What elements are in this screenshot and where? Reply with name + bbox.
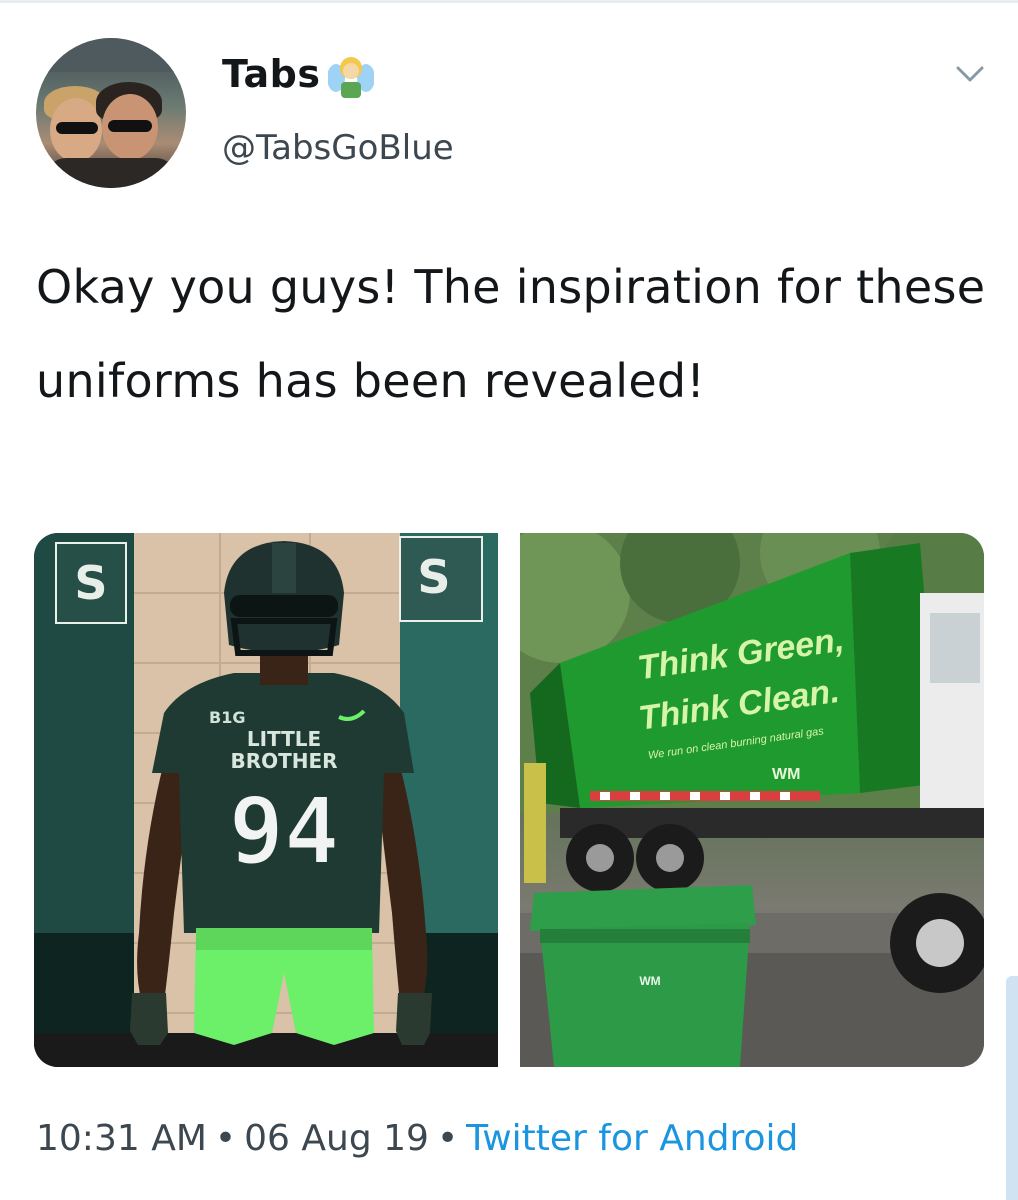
banner-letter-left: S — [74, 556, 107, 610]
scrollbar[interactable] — [1006, 976, 1018, 1200]
meta-separator: • — [436, 1118, 459, 1159]
garbage-truck-illustration: Think Green, Think Clean. We run on clea… — [520, 533, 984, 1067]
bin-logo: WM — [639, 974, 660, 988]
tweet-meta: 10:31 AM • 06 Aug 19 • Twitter for Android — [36, 1118, 798, 1159]
tweet-time[interactable]: 10:31 AM — [36, 1118, 207, 1159]
meta-separator: • — [214, 1118, 237, 1159]
banner-letter-right: S — [417, 550, 450, 604]
jersey-number: 94 — [229, 778, 340, 885]
tweet-media[interactable]: S S B1G LITTLE BROTHER 94 Think Green, T… — [34, 533, 984, 1067]
jersey-line-2: BROTHER — [230, 749, 337, 773]
truck-logo: WM — [772, 766, 800, 783]
garbage-truck-photo[interactable]: Think Green, Think Clean. We run on clea… — [520, 533, 984, 1067]
tweet-date[interactable]: 06 Aug 19 — [244, 1118, 429, 1159]
user-display-name[interactable]: Tabs — [222, 52, 320, 96]
tweet-source-link[interactable]: Twitter for Android — [466, 1118, 798, 1159]
avatar[interactable] — [36, 38, 186, 188]
uniform-photo-illustration: S S B1G LITTLE BROTHER 94 — [34, 533, 498, 1067]
chevron-down-icon[interactable] — [952, 62, 988, 86]
fairy-emoji-icon — [328, 57, 374, 98]
jersey-brand: B1G — [209, 708, 245, 727]
user-handle[interactable]: @TabsGoBlue — [222, 128, 454, 168]
tweet-text: Okay you guys! The inspiration for these… — [36, 260, 986, 408]
uniform-photo[interactable]: S S B1G LITTLE BROTHER 94 — [34, 533, 498, 1067]
jersey-line-1: LITTLE — [247, 727, 321, 751]
top-divider — [0, 0, 1018, 3]
